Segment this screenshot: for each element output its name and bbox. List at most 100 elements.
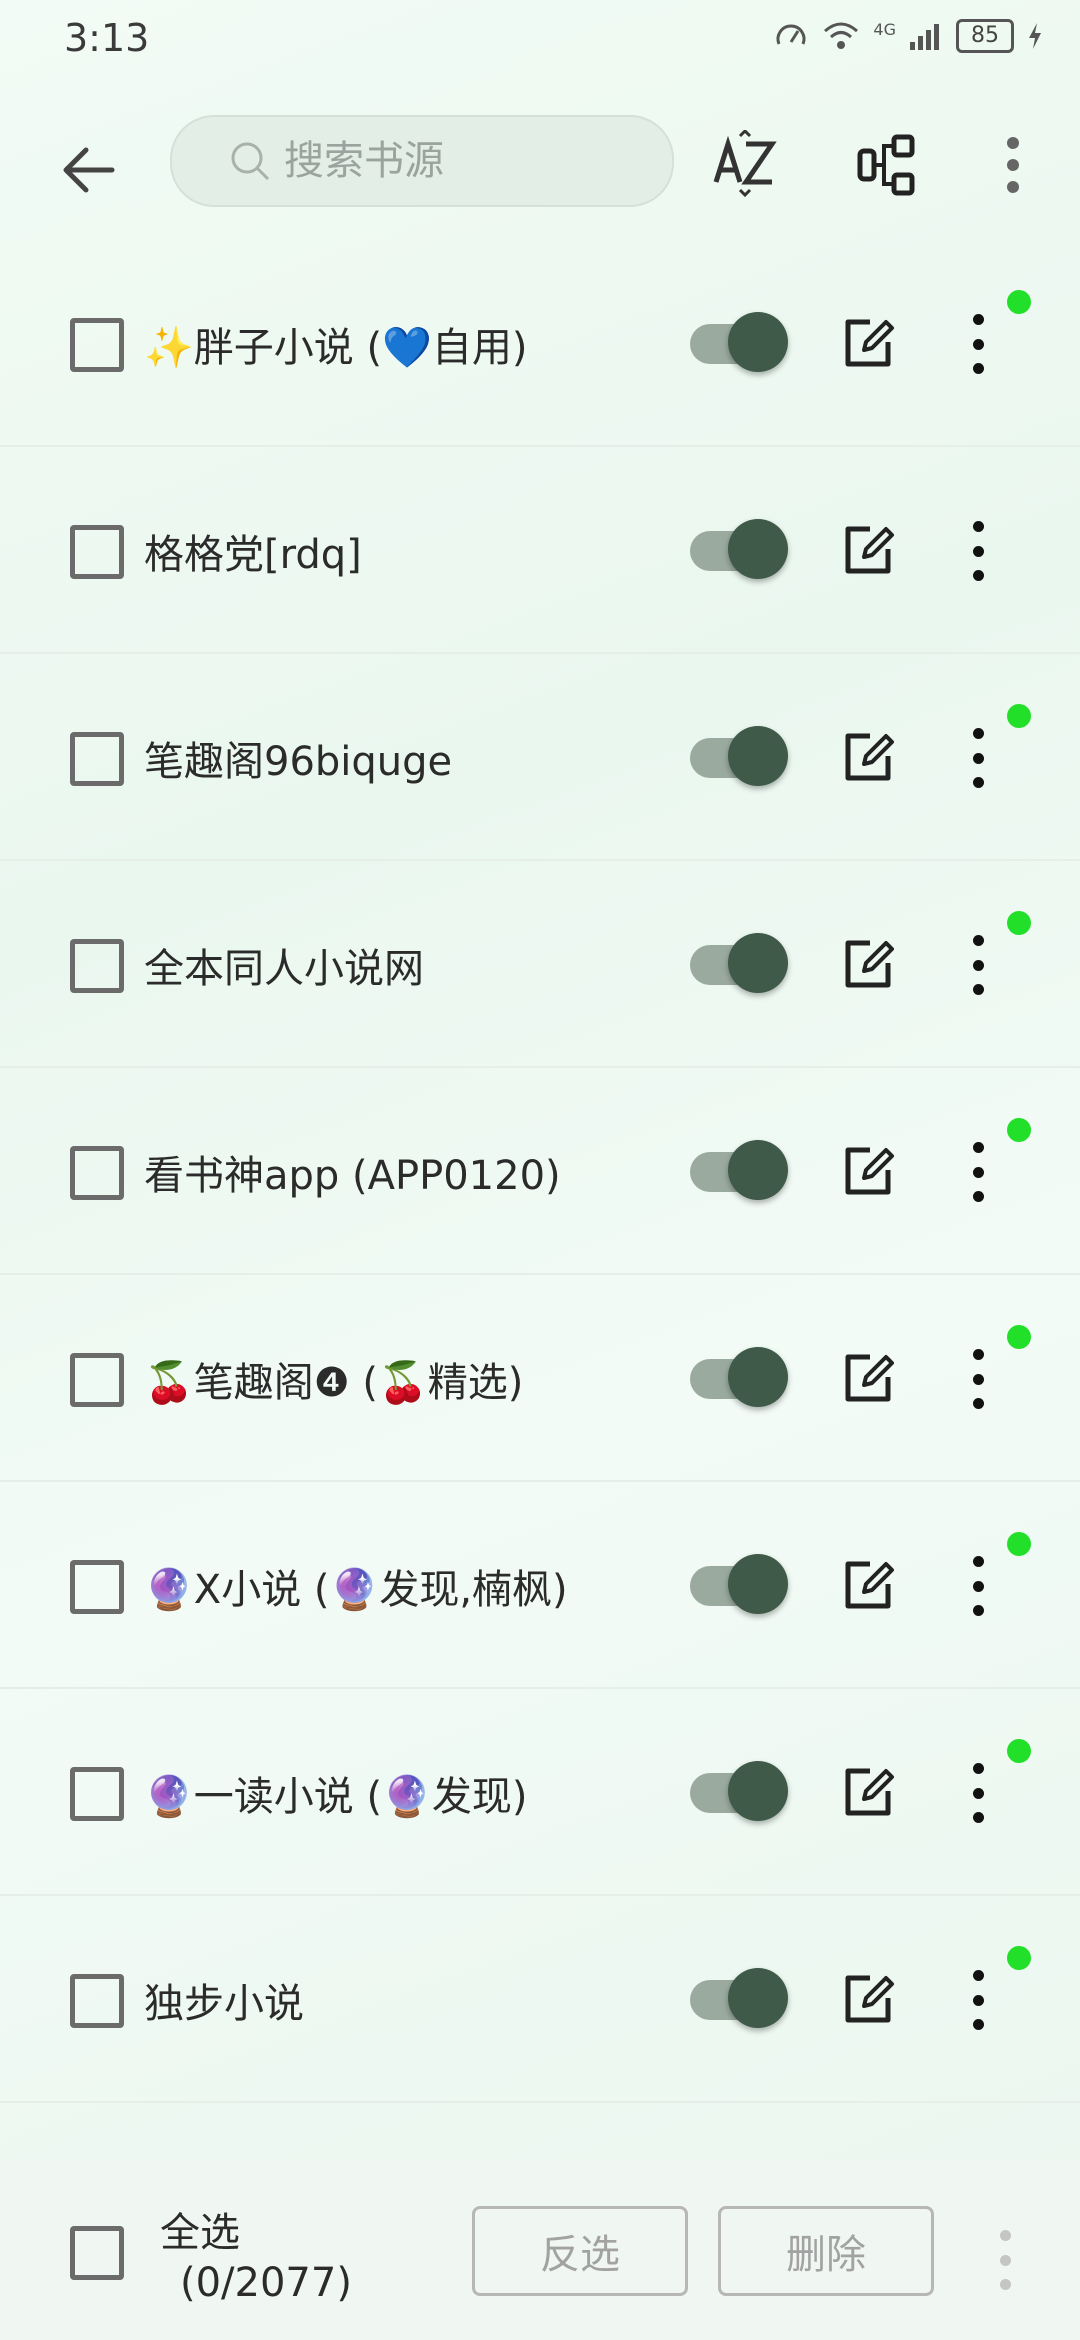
source-name: 看书神app (APP0120) — [144, 1153, 561, 1199]
tree-structure-icon — [857, 134, 915, 196]
status-dot — [1007, 911, 1031, 935]
arrow-left-icon — [63, 147, 115, 193]
overflow-menu-button[interactable] — [968, 120, 1058, 210]
source-checkbox[interactable] — [70, 1560, 124, 1614]
edit-icon[interactable] — [840, 1972, 896, 2028]
select-all-label: 全选 — [160, 2210, 240, 2256]
source-name: 🔮X小说 (🔮发现,楠枫) — [144, 1567, 568, 1613]
source-row[interactable]: 🔮一读小说 (🔮发现) — [0, 1689, 1080, 1896]
signal-icon — [910, 24, 939, 50]
row-more-button[interactable] — [965, 728, 991, 788]
source-row[interactable]: 🔮X小说 (🔮发现,楠枫) — [0, 1482, 1080, 1689]
speed-icon — [776, 24, 806, 45]
bottom-action-bar: 全选 (0/2077) 反选 删除 — [0, 2160, 1080, 2340]
source-row[interactable]: 笔趣阁96biquge — [0, 654, 1080, 861]
switch-knob — [728, 933, 788, 993]
source-name: 独步小说 — [144, 1981, 304, 2027]
status-dot — [1007, 290, 1031, 314]
source-row[interactable]: 🍒笔趣阁❹ (🍒精选) — [0, 1275, 1080, 1482]
sort-az-icon — [713, 130, 777, 198]
edit-icon[interactable] — [840, 523, 896, 579]
enable-switch[interactable] — [690, 312, 790, 372]
row-more-button[interactable] — [965, 521, 991, 581]
wifi-icon — [824, 22, 859, 49]
enable-switch[interactable] — [690, 519, 790, 579]
search-icon — [231, 142, 270, 181]
row-more-button[interactable] — [965, 314, 991, 374]
source-name: 笔趣阁96biquge — [144, 739, 453, 785]
source-checkbox[interactable] — [70, 318, 124, 372]
switch-knob — [728, 1968, 788, 2028]
switch-knob — [728, 1761, 788, 1821]
status-dot — [1007, 1325, 1031, 1349]
row-more-button[interactable] — [965, 1556, 991, 1616]
row-more-button[interactable] — [965, 1142, 991, 1202]
source-checkbox[interactable] — [70, 1353, 124, 1407]
switch-knob — [728, 312, 788, 372]
source-name: ✨胖子小说 (💙自用) — [144, 325, 528, 371]
network-type: 4G — [873, 19, 896, 39]
more-vertical-icon — [1007, 137, 1019, 193]
delete-button[interactable]: 删除 — [718, 2206, 934, 2296]
enable-switch[interactable] — [690, 1761, 790, 1821]
edit-icon[interactable] — [840, 937, 896, 993]
back-button[interactable] — [48, 130, 128, 210]
source-checkbox[interactable] — [70, 1146, 124, 1200]
source-row[interactable]: 看书神app (APP0120) — [0, 1068, 1080, 1275]
enable-switch[interactable] — [690, 1347, 790, 1407]
status-dot — [1007, 704, 1031, 728]
source-name: 全本同人小说网 — [144, 946, 424, 992]
battery-indicator: 85 — [956, 19, 1014, 53]
edit-icon[interactable] — [840, 1765, 896, 1821]
search-input[interactable] — [282, 137, 646, 185]
source-row[interactable]: 格格党[rdq] — [0, 447, 1080, 654]
row-more-button[interactable] — [965, 1349, 991, 1409]
enable-switch[interactable] — [690, 726, 790, 786]
source-checkbox[interactable] — [70, 939, 124, 993]
source-checkbox[interactable] — [70, 1767, 124, 1821]
status-dot — [1007, 1739, 1031, 1763]
group-button[interactable] — [843, 120, 933, 210]
top-bar — [0, 110, 1080, 210]
source-checkbox[interactable] — [70, 525, 124, 579]
source-row[interactable]: 独步小说 — [0, 1896, 1080, 2103]
switch-knob — [728, 726, 788, 786]
status-dot — [1007, 1532, 1031, 1556]
source-row[interactable]: ✨胖子小说 (💙自用) — [0, 240, 1080, 447]
edit-icon[interactable] — [840, 316, 896, 372]
charging-icon — [1029, 23, 1041, 49]
status-time: 3:13 — [64, 16, 150, 60]
enable-switch[interactable] — [690, 1968, 790, 2028]
status-dot — [1007, 1118, 1031, 1142]
source-name: 格格党[rdq] — [144, 532, 362, 578]
switch-knob — [728, 1554, 788, 1614]
edit-icon[interactable] — [840, 1144, 896, 1200]
status-dot — [1007, 1946, 1031, 1970]
switch-knob — [728, 1140, 788, 1200]
source-name: 🍒笔趣阁❹ (🍒精选) — [144, 1360, 524, 1406]
bottom-more-button[interactable] — [995, 2230, 1015, 2290]
row-more-button[interactable] — [965, 1763, 991, 1823]
edit-icon[interactable] — [840, 1351, 896, 1407]
enable-switch[interactable] — [690, 1554, 790, 1614]
enable-switch[interactable] — [690, 933, 790, 993]
edit-icon[interactable] — [840, 1558, 896, 1614]
status-icons: 4G 85 — [773, 18, 1044, 54]
search-box[interactable] — [170, 115, 674, 207]
switch-knob — [728, 1347, 788, 1407]
source-checkbox[interactable] — [70, 732, 124, 786]
edit-icon[interactable] — [840, 730, 896, 786]
source-name: 🔮一读小说 (🔮发现) — [144, 1774, 528, 1820]
enable-switch[interactable] — [690, 1140, 790, 1200]
invert-selection-button[interactable]: 反选 — [472, 2206, 688, 2296]
switch-knob — [728, 519, 788, 579]
select-all-checkbox[interactable] — [70, 2226, 124, 2280]
row-more-button[interactable] — [965, 935, 991, 995]
row-more-button[interactable] — [965, 1970, 991, 2030]
sort-button[interactable] — [700, 120, 790, 210]
status-bar: 3:13 4G 85 — [0, 0, 1080, 80]
source-row[interactable]: 全本同人小说网 — [0, 861, 1080, 1068]
selection-count: (0/2077) — [180, 2260, 352, 2306]
source-checkbox[interactable] — [70, 1974, 124, 2028]
source-list: ✨胖子小说 (💙自用) 格格党[rdq] 笔趣阁96biquge 全本同人小说网… — [0, 240, 1080, 2103]
